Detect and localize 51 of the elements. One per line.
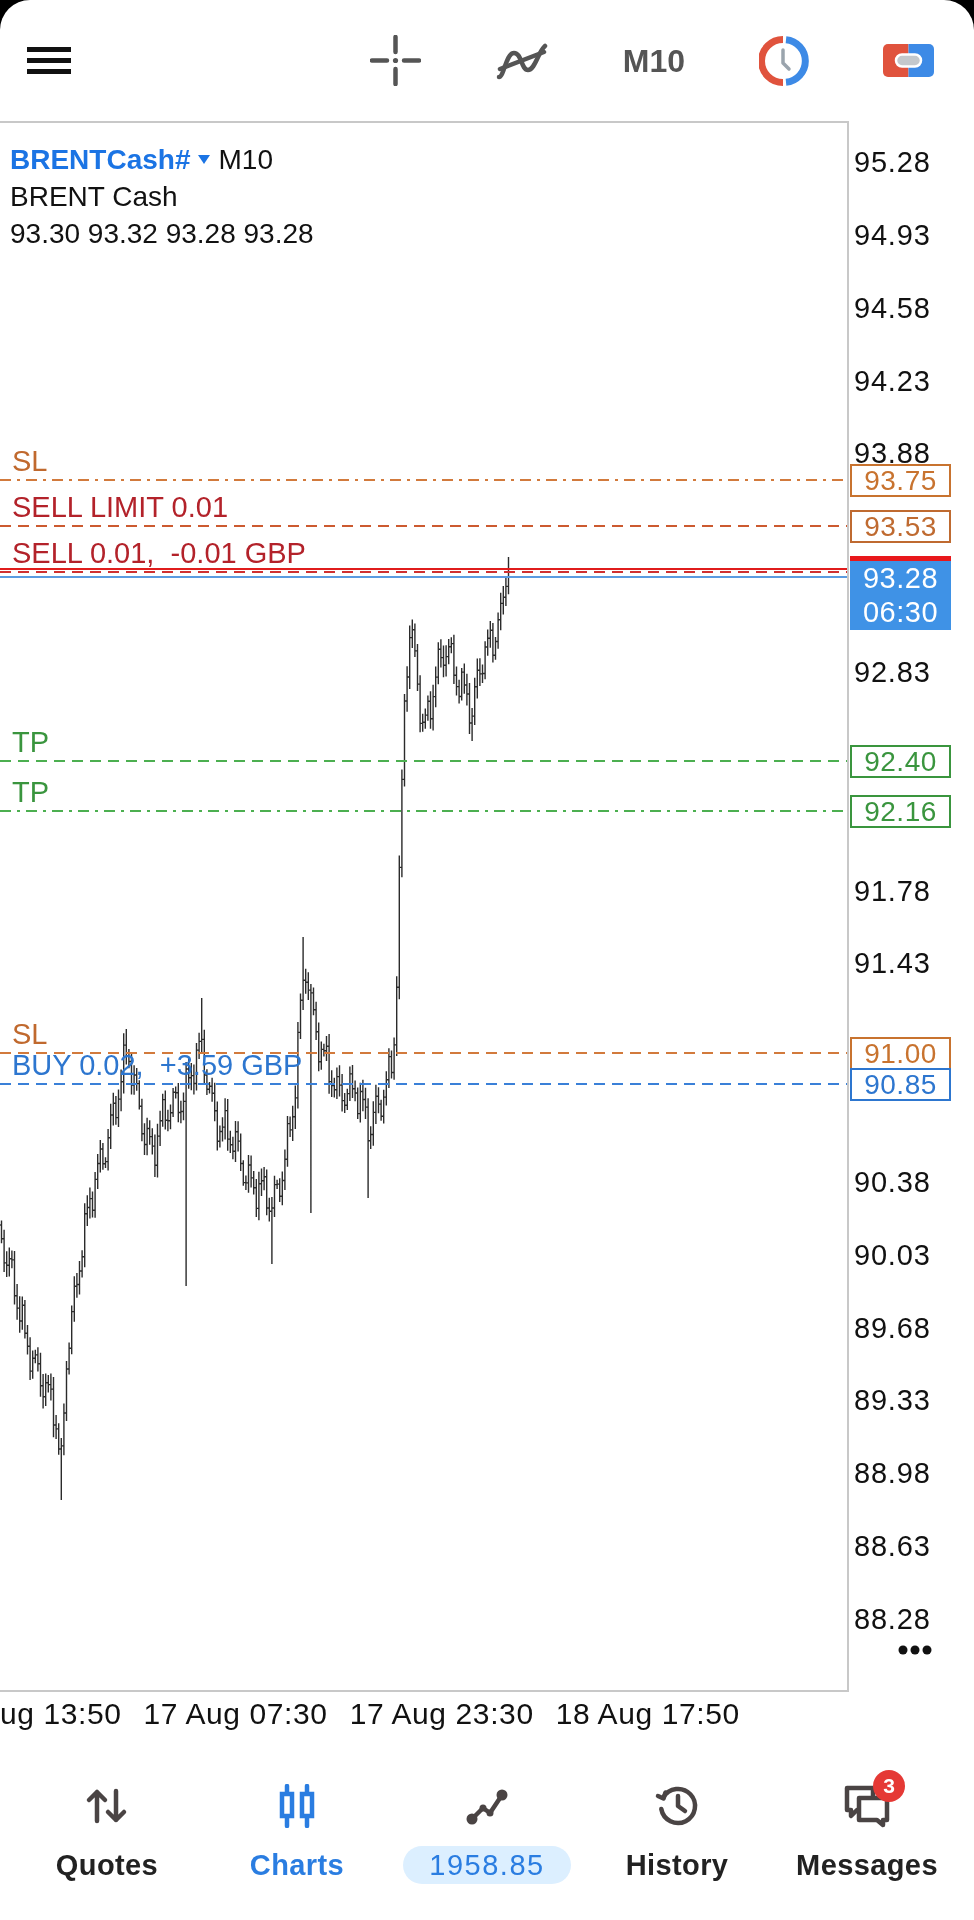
- history-tab[interactable]: History: [582, 1740, 772, 1920]
- price-axis-label: 90.38: [854, 1164, 931, 1199]
- clock-icon[interactable]: [759, 35, 809, 86]
- time-axis-label: ug 13:50: [0, 1696, 122, 1732]
- symbol-name[interactable]: BRENTCash#: [10, 141, 191, 178]
- sell-order-label: SELL 0.01, -0.01 GBP: [12, 537, 306, 570]
- chart-timeframe: M10: [218, 143, 273, 177]
- time-axis-label: 17 Aug 07:30: [143, 1696, 328, 1732]
- timeframe-button[interactable]: M10: [622, 40, 685, 81]
- crosshair-icon[interactable]: [369, 35, 421, 86]
- current-price: 93.28: [862, 561, 939, 596]
- price-axis-label: 89.33: [854, 1383, 931, 1418]
- price-axis-label: 95.28: [854, 145, 931, 179]
- time-axis-label: 17 Aug 23:30: [349, 1696, 534, 1732]
- take-profit-label: TP: [12, 776, 50, 809]
- stop-loss-label: SL: [12, 1017, 48, 1050]
- price-axis-label: 94.23: [854, 363, 931, 398]
- wave-line-icon[interactable]: [494, 41, 549, 80]
- pill-switch-icon[interactable]: [883, 44, 934, 77]
- price-axis-label: 94.58: [854, 290, 931, 325]
- stop-loss-price-tag: 91.00: [850, 1036, 951, 1070]
- notification-badge: 3: [873, 1770, 905, 1802]
- price-axis-label: 88.28: [854, 1602, 931, 1636]
- ohlc-values: 93.30 93.32 93.28 93.28: [10, 217, 314, 251]
- more-icon[interactable]: [898, 1645, 932, 1655]
- price-axis-label: 89.68: [854, 1310, 931, 1345]
- caret-icon[interactable]: [198, 155, 211, 164]
- price-axis-label: 91.43: [854, 946, 931, 981]
- stop-loss-price-tag: 93.75: [850, 464, 951, 498]
- price-axis-label: 88.98: [854, 1456, 931, 1491]
- buy-order-price-tag: 90.85: [850, 1068, 951, 1102]
- bar-countdown: 06:30: [862, 595, 939, 630]
- quotes-tab[interactable]: Quotes: [12, 1740, 202, 1920]
- messages-tab[interactable]: 3 Messages: [772, 1740, 962, 1920]
- time-axis-label: 18 Aug 17:50: [555, 1696, 740, 1732]
- charts-tab[interactable]: Charts: [202, 1740, 392, 1920]
- take-profit-price-tag: 92.40: [850, 745, 951, 779]
- price-axis-label: 90.03: [854, 1237, 931, 1272]
- up-down-arrows-icon: [85, 1786, 129, 1826]
- price-axis-label: 92.83: [854, 654, 931, 689]
- menu-icon[interactable]: [27, 47, 71, 74]
- price-axis-label: 94.93: [854, 217, 931, 252]
- price-axis-label: 91.78: [854, 873, 931, 908]
- take-profit-price-tag: 92.16: [850, 795, 951, 829]
- history-icon: [655, 1784, 699, 1828]
- stop-loss-label: SL: [12, 445, 48, 478]
- take-profit-label: TP: [12, 726, 50, 759]
- sell-limit-label: SELL LIMIT 0.01: [12, 491, 228, 524]
- sell-limit-price-tag: 93.53: [850, 510, 951, 544]
- symbol-description: BRENT Cash: [10, 180, 179, 214]
- price-axis-label: 88.63: [854, 1529, 931, 1564]
